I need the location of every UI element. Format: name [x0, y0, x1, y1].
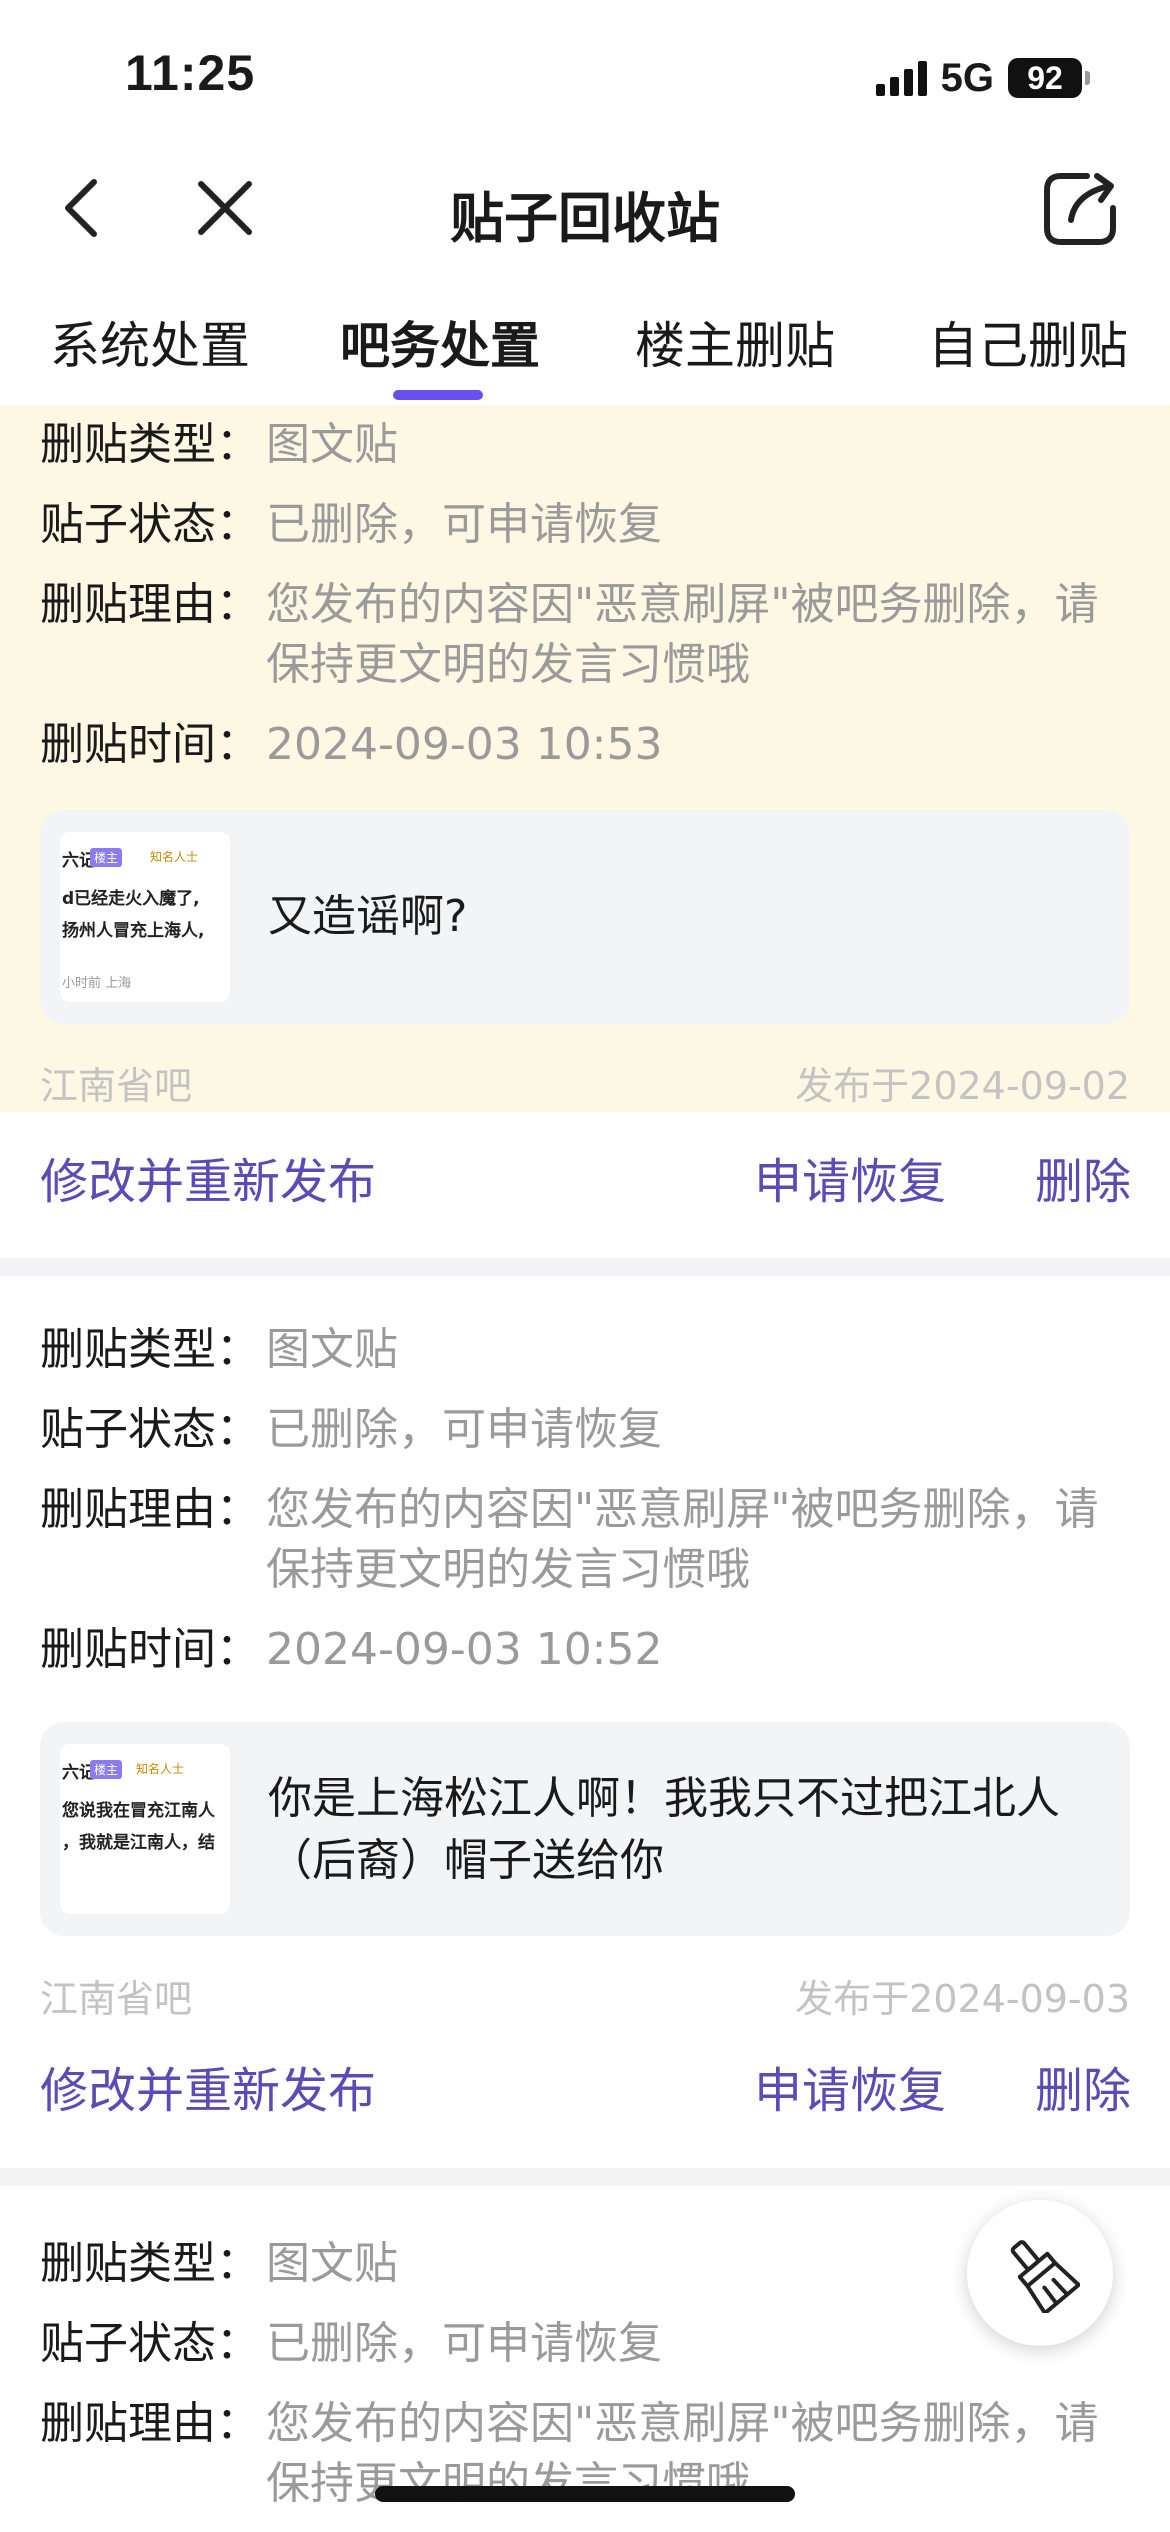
edit-republish-button[interactable]: 修改并重新发布 — [40, 1142, 376, 1212]
network-label: 5G — [940, 55, 994, 100]
thumb-text: ，我就是江南人，结 — [62, 1833, 215, 1853]
status-label: 贴子状态： — [40, 499, 260, 550]
post-content: 你是上海松江人啊！我我只不过把江北人（后裔）帽子送给你 — [268, 1773, 1060, 1886]
tab-self[interactable]: 自己删贴 — [928, 306, 1128, 378]
status-indicators: 5G 92 — [875, 55, 1090, 100]
time-label: 删贴时间： — [40, 719, 260, 770]
status-row: 贴子状态： 已删除，可申请恢复 — [40, 2314, 1136, 2374]
status-time: 11:25 — [125, 45, 256, 101]
page-title: 贴子回收站 — [450, 187, 720, 250]
forum-name[interactable]: 江南省吧 — [40, 1055, 192, 1110]
thumb-meta: 小时前 上海 — [62, 976, 132, 991]
type-row: 删贴类型： 图文贴 — [40, 415, 1136, 475]
clear-fab-button[interactable] — [967, 2200, 1113, 2346]
type-label: 删贴类型： — [40, 419, 260, 470]
post-content: 又造谣啊? — [268, 891, 468, 942]
post-preview[interactable]: 六记 楼主 知名人士 d已经走火入魔了, 扬州人冒充上海人, 小时前 上海 又造… — [40, 810, 1130, 1024]
card-body: 删贴类型： 图文贴 贴子状态： 已删除，可申请恢复 删贴理由： 您发布的内容因"… — [0, 405, 1170, 1112]
status-bar: 11:25 5G 92 — [0, 0, 1170, 150]
time-row: 删贴时间： 2024-09-03 10:53 — [40, 715, 1136, 775]
status-label: 贴子状态： — [40, 1404, 260, 1455]
time-value: 2024-09-03 10:53 — [266, 719, 663, 770]
card-actions: 修改并重新发布 申请恢复 删除 — [0, 2021, 1170, 2141]
reason-row: 删贴理由： 您发布的内容因"恶意刷屏"被吧务删除，请保持更文明的发言习惯哦 — [40, 575, 1136, 695]
reason-label: 删贴理由： — [40, 2398, 260, 2449]
signal-icon — [875, 60, 927, 96]
tab-system[interactable]: 系统处置 — [50, 306, 250, 378]
status-value: 已删除，可申请恢复 — [266, 499, 662, 550]
post-thumbnail: 六记 楼主 知名人士 您说我在冒充江南人 ，我就是江南人，结 — [60, 1744, 230, 1914]
thumb-text: 扬州人冒充上海人, — [62, 921, 205, 941]
deleted-post-card: 删贴类型： 图文贴 贴子状态： 已删除，可申请恢复 删贴理由： 您发布的内容因"… — [0, 405, 1170, 1232]
thumb-badge: 楼主 — [90, 1760, 123, 1779]
tab-bar: 系统处置 吧务处置 楼主删贴 自己删贴 — [0, 270, 1170, 405]
tab-admin[interactable]: 吧务处置 — [340, 306, 540, 378]
share-icon — [1044, 173, 1116, 245]
reason-row: 删贴理由： 您发布的内容因"恶意刷屏"被吧务删除，请保持更文明的发言习惯哦 — [40, 1480, 1136, 1600]
reason-label: 删贴理由： — [40, 1484, 260, 1535]
nav-bar: 贴子回收站 — [0, 150, 1170, 265]
post-thumbnail: 六记 楼主 知名人士 d已经走火入魔了, 扬州人冒充上海人, 小时前 上海 — [60, 832, 230, 1002]
delete-button[interactable]: 删除 — [1035, 1142, 1131, 1212]
publish-date: 发布于2024-09-03 — [795, 1977, 1130, 2021]
divider — [0, 2168, 1170, 2186]
active-tab-indicator — [393, 390, 483, 400]
time-row: 删贴时间： 2024-09-03 10:52 — [40, 1620, 1136, 1680]
status-value: 已删除，可申请恢复 — [266, 1404, 662, 1455]
battery-icon: 92 — [1008, 58, 1090, 98]
type-value: 图文贴 — [266, 1324, 398, 1375]
broom-icon — [1010, 2240, 1080, 2313]
tab-owner[interactable]: 楼主删贴 — [635, 306, 835, 378]
reason-value: 您发布的内容因"恶意刷屏"被吧务删除，请保持更文明的发言习惯哦 — [266, 579, 1099, 690]
card-body: 删贴类型： 图文贴 贴子状态： 已删除，可申请恢复 删贴理由： 您发布的内容因"… — [0, 1276, 1170, 2021]
battery-level: 92 — [1008, 58, 1082, 98]
forum-name[interactable]: 江南省吧 — [40, 1968, 192, 2023]
thumb-badge-2: 知名人士 — [136, 1762, 185, 1776]
reason-value: 您发布的内容因"恶意刷屏"被吧务删除，请保持更文明的发言习惯哦 — [266, 1484, 1099, 1595]
thumb-text: 您说我在冒充江南人 — [62, 1801, 215, 1821]
thumb-badge-2: 知名人士 — [150, 850, 199, 864]
thumb-text: d已经走火入魔了, — [62, 889, 200, 909]
card-actions: 修改并重新发布 申请恢复 删除 — [0, 1112, 1170, 1232]
status-row: 贴子状态： 已删除，可申请恢复 — [40, 1400, 1136, 1460]
home-indicator — [375, 2486, 795, 2502]
edit-republish-button[interactable]: 修改并重新发布 — [40, 2051, 376, 2121]
publish-date: 发布于2024-09-02 — [795, 1064, 1130, 1108]
status-row: 贴子状态： 已删除，可申请恢复 — [40, 495, 1136, 555]
time-value: 2024-09-03 10:52 — [266, 1624, 663, 1675]
status-label: 贴子状态： — [40, 2318, 260, 2369]
divider — [0, 1258, 1170, 1276]
type-row: 删贴类型： 图文贴 — [40, 1320, 1136, 1380]
type-label: 删贴类型： — [40, 1324, 260, 1375]
deleted-post-card: 删贴类型： 图文贴 贴子状态： 已删除，可申请恢复 删贴理由： 您发布的内容因"… — [0, 1276, 1170, 2141]
restore-button[interactable]: 申请恢复 — [754, 1142, 946, 1212]
thumb-badge: 楼主 — [90, 848, 123, 867]
share-button[interactable] — [1035, 164, 1125, 254]
type-label: 删贴类型： — [40, 2238, 260, 2289]
restore-button[interactable]: 申请恢复 — [754, 2051, 946, 2121]
delete-button[interactable]: 删除 — [1035, 2051, 1131, 2121]
reason-label: 删贴理由： — [40, 579, 260, 630]
post-preview[interactable]: 六记 楼主 知名人士 您说我在冒充江南人 ，我就是江南人，结 你是上海松江人啊！… — [40, 1722, 1130, 1936]
time-label: 删贴时间： — [40, 1624, 260, 1675]
type-value: 图文贴 — [266, 419, 398, 470]
